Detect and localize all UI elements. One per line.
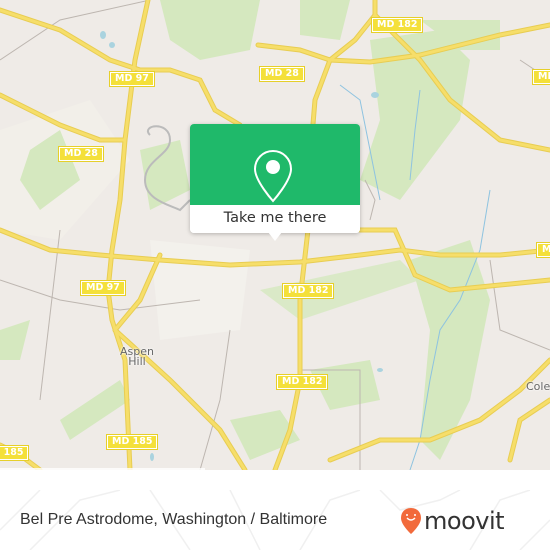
place-label-aspen-hill: Aspen Hill (120, 345, 154, 368)
popup-header (190, 124, 360, 205)
place-label-cole: Cole (526, 380, 550, 393)
road-shield: MD 97 (80, 280, 126, 296)
location-title: Bel Pre Astrodome, Washington / Baltimor… (20, 511, 328, 528)
location-popup: Take me there (190, 124, 360, 233)
road-shield: MD 97 (109, 71, 155, 87)
road-shield: MD 28 (259, 66, 305, 82)
road-shield: MD 182 (281, 283, 335, 299)
map-view[interactable]: MD 97 MD 28 MD 182 MD 28 MD 97 MD 182 MD… (0, 0, 550, 470)
map-attribution[interactable]: © OpenStreetMap contributors (0, 468, 205, 470)
road-shield: MD 182 (275, 374, 329, 390)
moovit-wordmark: moovit (424, 507, 505, 535)
take-me-there-button[interactable]: Take me there (190, 205, 360, 233)
moovit-logo[interactable]: moovit (400, 505, 505, 537)
road-shield: MD (531, 69, 550, 85)
road-shield: MD 182 (370, 17, 424, 33)
footer-bar: Bel Pre Astrodome, Washington / Baltimor… (0, 490, 550, 550)
moovit-pin-icon (401, 508, 421, 534)
popup-pointer (268, 232, 282, 241)
road-shield: MD 28 (58, 146, 104, 162)
road-shield: MD 185 (105, 434, 159, 450)
road-shield: MD 185 (0, 445, 30, 461)
road-shield: MD 182 (535, 242, 550, 258)
map-pin-icon (253, 149, 293, 203)
